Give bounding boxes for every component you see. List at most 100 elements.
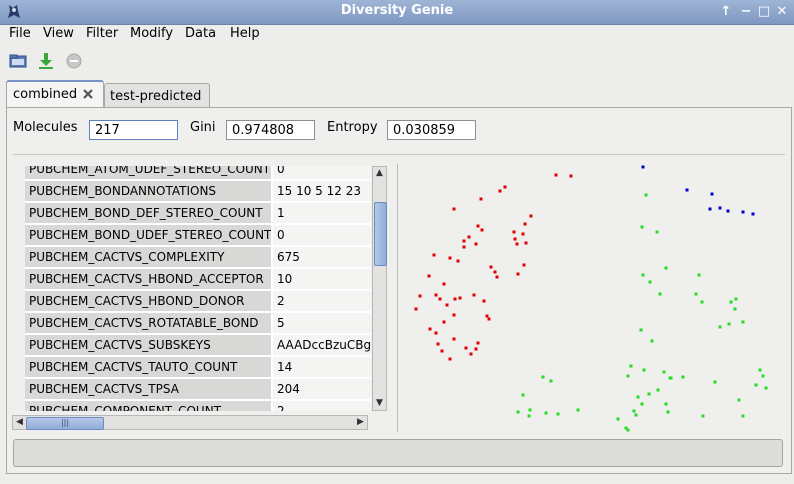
scatter-point-red xyxy=(474,242,478,246)
menu-view[interactable]: View xyxy=(43,26,74,41)
scatter-point-blue xyxy=(718,206,722,210)
gini-field[interactable]: 0.974808 xyxy=(226,120,315,140)
property-table[interactable]: PUBCHEM_ATOM_UDEF_STEREO_COUNT 0 PUBCHEM… xyxy=(25,166,371,411)
scatter-point-green xyxy=(754,383,758,387)
entropy-field[interactable]: 0.030859 xyxy=(387,120,476,140)
scatter-point-green xyxy=(701,414,705,418)
scatter-point-green xyxy=(556,412,560,416)
scatter-point-red xyxy=(469,352,473,356)
table-horizontal-scrollbar[interactable]: ◀ ||| ▶ xyxy=(12,415,368,430)
scatter-point-red xyxy=(512,230,516,234)
close-tab-icon[interactable] xyxy=(82,88,94,100)
table-row[interactable]: PUBCHEM_BOND_UDEF_STEREO_COUNT 0 xyxy=(25,225,371,246)
table-row[interactable]: PUBCHEM_CACTVS_TPSA 204 xyxy=(25,379,371,400)
menu-filter[interactable]: Filter xyxy=(86,26,118,41)
window-minimize-button[interactable]: − xyxy=(738,4,754,20)
table-row[interactable]: PUBCHEM_CACTVS_SUBSKEYS AAADccBzuCBg xyxy=(25,335,371,356)
scatter-point-red xyxy=(464,346,468,350)
molecules-label: Molecules xyxy=(13,120,78,135)
scatter-point-blue xyxy=(751,212,755,216)
scatter-point-red xyxy=(440,349,444,353)
scatter-point-red xyxy=(414,307,418,311)
scatter-point-green xyxy=(666,410,670,414)
table-row[interactable]: PUBCHEM_BONDANNOTATIONS 15 10 5 12 23 xyxy=(25,181,371,202)
vertical-scroll-thumb[interactable] xyxy=(374,202,387,266)
scatter-point-red xyxy=(476,341,480,345)
scatter-point-green xyxy=(647,392,651,396)
scroll-left-arrow-icon[interactable]: ◀ xyxy=(13,416,26,429)
scatter-point-red xyxy=(434,293,438,297)
download-icon[interactable] xyxy=(36,51,56,71)
scroll-right-arrow-icon[interactable]: ▶ xyxy=(354,416,367,429)
tab-panel: Molecules 217 Gini 0.974808 Entropy 0.03… xyxy=(6,107,792,474)
scatter-point-red xyxy=(569,174,573,178)
scatter-point-red xyxy=(521,232,525,236)
scatter-point-green xyxy=(632,409,636,413)
window-close-button[interactable]: ✕ xyxy=(774,4,790,20)
window-shade-button[interactable]: ↑ xyxy=(718,4,734,20)
menu-file[interactable]: File xyxy=(9,26,31,41)
menu-help[interactable]: Help xyxy=(230,26,260,41)
window-maximize-button[interactable]: □ xyxy=(756,4,772,20)
table-vertical-scrollbar[interactable]: ▲ ▼ xyxy=(372,166,387,411)
scatter-point-red xyxy=(462,245,466,249)
table-row[interactable]: PUBCHEM_CACTVS_ROTATABLE_BOND 5 xyxy=(25,313,371,334)
menu-modify[interactable]: Modify xyxy=(130,26,173,41)
tab-combined[interactable]: combined xyxy=(6,80,104,110)
table-row[interactable]: PUBCHEM_COMPONENT_COUNT 2 xyxy=(25,401,371,411)
table-row[interactable]: PUBCHEM_CACTVS_TAUTO_COUNT 14 xyxy=(25,357,371,378)
scatter-point-green xyxy=(516,410,520,414)
table-row[interactable]: PUBCHEM_BOND_DEF_STEREO_COUNT 1 xyxy=(25,203,371,224)
scatter-point-green xyxy=(640,225,644,229)
scatter-point-green xyxy=(644,193,648,197)
scatter-point-red xyxy=(529,214,533,218)
property-value: 675 xyxy=(273,247,371,268)
scatter-point-green xyxy=(733,307,737,311)
menu-data[interactable]: Data xyxy=(185,26,216,41)
scatter-point-green xyxy=(662,370,666,374)
open-folder-icon[interactable] xyxy=(8,51,28,71)
tab-test-predicted[interactable]: test-predicted xyxy=(104,83,210,108)
property-name: PUBCHEM_COMPONENT_COUNT xyxy=(25,401,272,411)
scatter-point-green xyxy=(576,408,580,412)
table-row[interactable]: PUBCHEM_ATOM_UDEF_STEREO_COUNT 0 xyxy=(25,166,371,180)
scatter-point-red xyxy=(434,331,438,335)
scatter-point-red xyxy=(513,237,517,241)
stop-icon[interactable] xyxy=(64,51,84,71)
scatter-point-red xyxy=(462,239,466,243)
tab-combined-label: combined xyxy=(13,87,78,102)
scatter-plot[interactable] xyxy=(397,164,784,432)
table-row[interactable]: PUBCHEM_CACTVS_COMPLEXITY 675 xyxy=(25,247,371,268)
scatter-point-green xyxy=(727,322,731,326)
property-name: PUBCHEM_BOND_UDEF_STEREO_COUNT xyxy=(25,225,272,246)
scatter-point-green xyxy=(626,374,630,378)
scatter-point-green xyxy=(697,273,701,277)
scatter-point-red xyxy=(515,242,519,246)
horizontal-scroll-thumb[interactable]: ||| xyxy=(26,417,104,430)
property-value: 14 xyxy=(273,357,371,378)
scatter-point-green xyxy=(656,388,660,392)
scroll-down-arrow-icon[interactable]: ▼ xyxy=(373,397,386,410)
scatter-point-blue xyxy=(708,207,712,211)
scatter-point-green xyxy=(521,393,525,397)
scatter-point-green xyxy=(664,402,668,406)
molecules-field[interactable]: 217 xyxy=(89,120,178,140)
scroll-up-arrow-icon[interactable]: ▲ xyxy=(373,167,386,180)
separator xyxy=(13,154,785,155)
property-value: 1 xyxy=(273,203,371,224)
scatter-point-green xyxy=(729,300,733,304)
scatter-point-red xyxy=(489,265,493,269)
scatter-point-green xyxy=(681,375,685,379)
scatter-point-blue xyxy=(726,209,730,213)
entropy-label: Entropy xyxy=(327,120,378,135)
property-value: 15 10 5 12 23 xyxy=(273,181,371,202)
tab-test-predicted-label: test-predicted xyxy=(110,89,202,104)
scatter-point-red xyxy=(436,342,440,346)
scatter-point-green xyxy=(713,380,717,384)
table-row[interactable]: PUBCHEM_CACTVS_HBOND_DONOR 2 xyxy=(25,291,371,312)
scatter-point-green xyxy=(528,408,532,412)
scatter-point-red xyxy=(498,189,502,193)
property-name: PUBCHEM_CACTVS_COMPLEXITY xyxy=(25,247,272,268)
table-row[interactable]: PUBCHEM_CACTVS_HBOND_ACCEPTOR 10 xyxy=(25,269,371,290)
scatter-point-red xyxy=(485,314,489,318)
